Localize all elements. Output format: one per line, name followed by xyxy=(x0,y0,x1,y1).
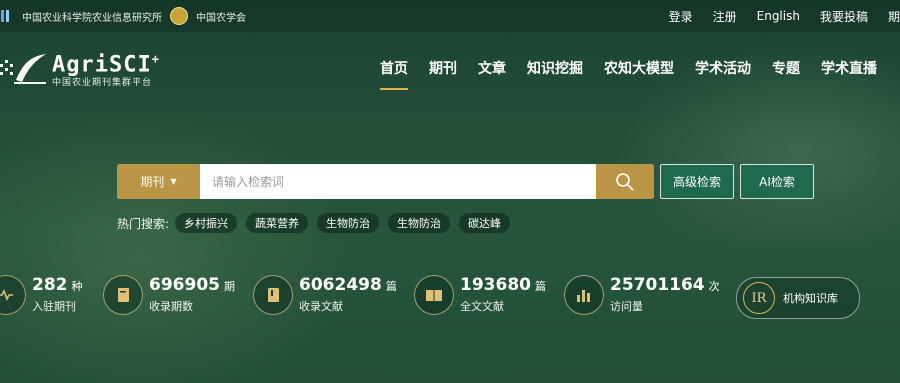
stat-caption: 访问量 xyxy=(610,300,643,313)
hot-tag[interactable]: 蔬菜营养 xyxy=(246,213,309,233)
stat-unit: 篇 xyxy=(385,280,397,293)
site-logo[interactable]: AgriSCI+ 中国农业期刊集群平台 xyxy=(0,50,160,90)
stat-visits[interactable]: 25701164 次 访问量 xyxy=(564,275,720,315)
hot-tag[interactable]: 生物防治 xyxy=(388,213,451,233)
stat-value: 696905 xyxy=(149,275,220,295)
advanced-search-button[interactable]: 高级检索 xyxy=(660,164,734,199)
org-links: 中国农业科学院农业信息研究所 中国农学会 xyxy=(0,7,246,25)
nav-topics[interactable]: 专题 xyxy=(772,58,800,90)
heart-line-icon xyxy=(0,275,26,315)
stat-caption: 全文文献 xyxy=(460,300,504,313)
stat-value: 282 xyxy=(32,275,68,295)
repo-label: 机构知识库 xyxy=(783,292,838,305)
top-nav: 登录 注册 English 我要投稿 期 xyxy=(649,0,900,32)
nav-articles[interactable]: 文章 xyxy=(478,58,506,90)
ai-search-button[interactable]: AI检索 xyxy=(740,164,814,199)
stat-documents[interactable]: 6062498 篇 收录文献 xyxy=(253,275,397,315)
institutional-repository-button[interactable]: IR 机构知识库 xyxy=(736,277,860,319)
stat-value: 6062498 xyxy=(299,275,382,295)
stat-issues[interactable]: 696905 期 收录期数 xyxy=(103,275,235,315)
stat-journals[interactable]: 282 种 入驻期刊 xyxy=(0,275,83,315)
nav-knowledge-mining[interactable]: 知识挖掘 xyxy=(527,58,583,90)
stat-value: 193680 xyxy=(460,275,531,295)
journal-icon xyxy=(103,275,143,315)
login-link[interactable]: 登录 xyxy=(669,8,693,25)
stat-unit: 种 xyxy=(71,280,83,293)
stat-unit: 篇 xyxy=(534,280,546,293)
search-button[interactable] xyxy=(596,164,654,199)
search-bar: 期刊 ▼ xyxy=(117,164,654,199)
nav-home[interactable]: 首页 xyxy=(380,58,408,90)
ir-badge-icon: IR xyxy=(743,282,775,314)
main-nav: 首页 期刊 文章 知识挖掘 农知大模型 学术活动 专题 学术直播 xyxy=(380,58,898,90)
stat-value: 25701164 xyxy=(610,275,705,295)
logo-subtitle: 中国农业期刊集群平台 xyxy=(52,78,153,89)
stat-caption: 入驻期刊 xyxy=(32,300,76,313)
search-icon xyxy=(616,172,634,191)
stat-fulltext[interactable]: 193680 篇 全文文献 xyxy=(414,275,546,315)
stat-unit: 次 xyxy=(708,280,720,293)
caas-logo-icon xyxy=(0,9,16,23)
nav-agri-llm[interactable]: 农知大模型 xyxy=(604,58,674,90)
hot-tag[interactable]: 碳达峰 xyxy=(459,213,511,233)
org-csa-link[interactable]: 中国农学会 xyxy=(196,9,246,24)
search-input[interactable] xyxy=(200,164,596,199)
stat-unit: 期 xyxy=(223,280,235,293)
nav-live[interactable]: 学术直播 xyxy=(821,58,877,90)
stat-caption: 收录文献 xyxy=(299,300,343,313)
wheat-logo-icon xyxy=(0,50,48,90)
hot-search-label: 热门搜索: xyxy=(117,216,170,231)
top-bar: 中国农业科学院农业信息研究所 中国农学会 登录 注册 English 我要投稿 … xyxy=(0,0,900,32)
book-icon xyxy=(253,275,293,315)
submit-link[interactable]: 我要投稿 xyxy=(820,8,868,25)
english-link[interactable]: English xyxy=(757,9,800,23)
nav-journals[interactable]: 期刊 xyxy=(429,58,457,90)
nav-academic-events[interactable]: 学术活动 xyxy=(695,58,751,90)
bar-chart-icon xyxy=(564,275,604,315)
logo-title: AgriSCI+ xyxy=(52,51,160,78)
hot-tag[interactable]: 乡村振兴 xyxy=(175,213,238,233)
caret-down-icon: ▼ xyxy=(170,177,177,186)
hot-tag[interactable]: 生物防治 xyxy=(317,213,380,233)
search-category-select[interactable]: 期刊 ▼ xyxy=(117,164,200,199)
stat-caption: 收录期数 xyxy=(149,300,193,313)
hot-search: 热门搜索: 乡村振兴 蔬菜营养 生物防治 生物防治 碳达峰 xyxy=(117,213,519,233)
csa-logo-icon xyxy=(170,7,188,25)
org-caas-link[interactable]: 中国农业科学院农业信息研究所 xyxy=(22,9,162,24)
register-link[interactable]: 注册 xyxy=(713,8,737,25)
open-book-icon xyxy=(414,275,454,315)
journal-link-truncated[interactable]: 期 xyxy=(888,8,900,25)
